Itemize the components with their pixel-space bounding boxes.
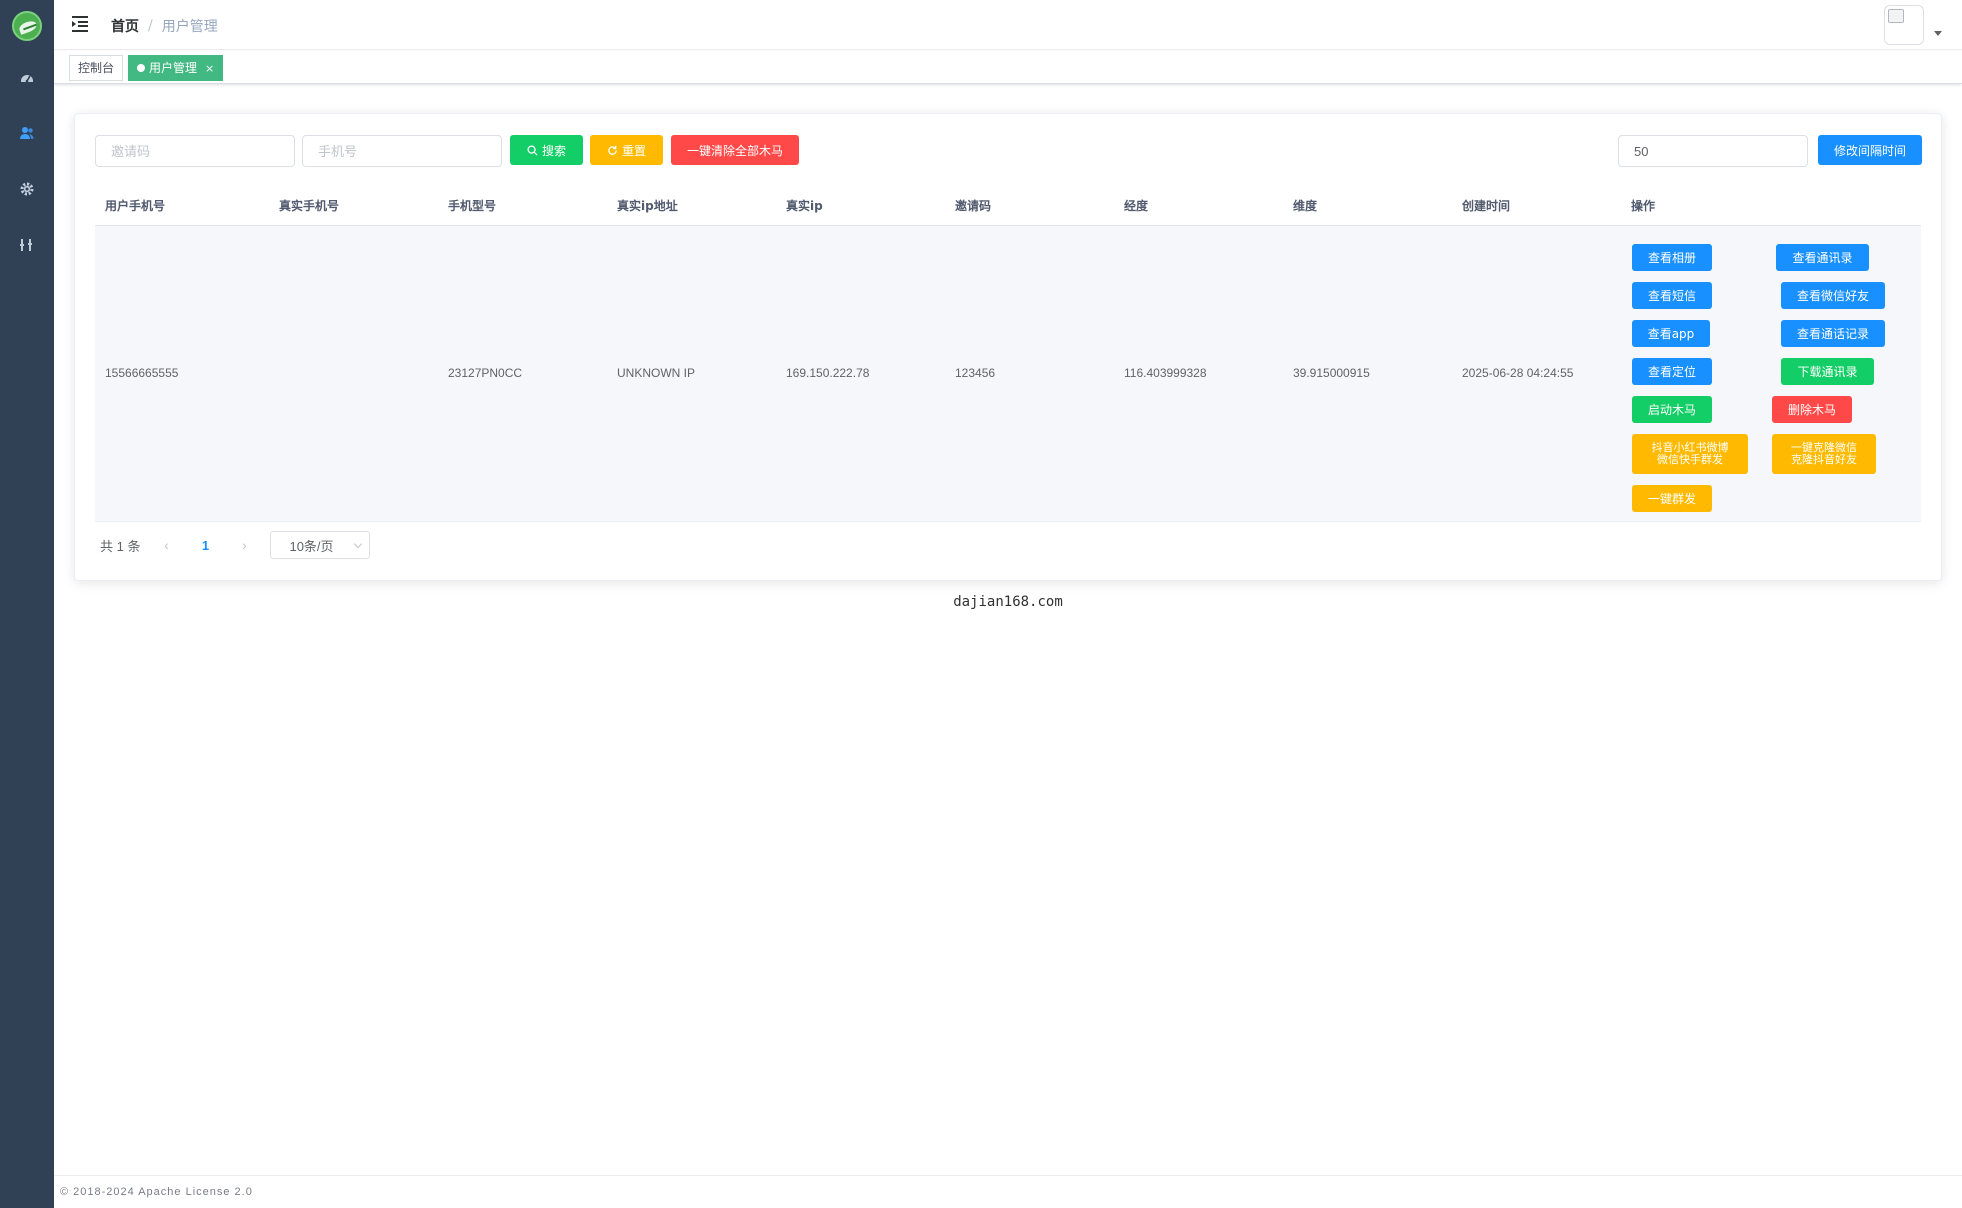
column-header: 真实手机号 — [279, 199, 340, 213]
clear-all-trojans-button[interactable]: 一键清除全部木马 — [671, 135, 799, 165]
tag-label: 控制台 — [78, 61, 115, 75]
footer-copyright: © 2018-2024 Apache License 2.0 — [60, 1186, 253, 1198]
modify-interval-button[interactable]: 修改间隔时间 — [1818, 135, 1922, 165]
cell-latitude: 39.915000915 — [1293, 366, 1370, 380]
view-call-log-button[interactable]: 查看通话记录 — [1781, 320, 1885, 347]
prev-page-icon[interactable]: ‹ — [152, 537, 180, 553]
footer: © 2018-2024 Apache License 2.0 — [54, 1175, 1962, 1208]
dashboard-icon[interactable] — [16, 67, 38, 89]
column-header: 手机型号 — [448, 199, 497, 213]
next-page-icon[interactable]: › — [230, 537, 258, 553]
breadcrumb-separator: / — [148, 18, 153, 34]
invite-code-input[interactable] — [95, 135, 295, 167]
reset-button-label: 重置 — [621, 143, 646, 158]
phone-input[interactable] — [302, 135, 502, 167]
column-header: 操作 — [1631, 199, 1656, 213]
view-location-button[interactable]: 查看定位 — [1632, 358, 1712, 385]
cell-longitude: 116.403999328 — [1124, 366, 1207, 380]
menu-toggle-icon[interactable] — [71, 15, 89, 33]
page-number[interactable]: 1 — [190, 538, 220, 553]
user-table: 用户手机号 真实手机号 手机型号 真实ip地址 真实ip 邀请码 经度 维度 创… — [95, 184, 1921, 522]
column-header: 真实ip — [786, 199, 823, 213]
tag-dashboard[interactable]: 控制台 — [69, 55, 124, 81]
view-album-button[interactable]: 查看相册 — [1632, 244, 1712, 271]
cell-model: 23127PN0CC — [448, 366, 523, 380]
search-button-label: 搜索 — [541, 143, 566, 158]
mass-send-social-button[interactable]: 抖音小红书微博 微信快手群发 — [1632, 434, 1748, 474]
logo[interactable] — [12, 11, 42, 41]
caret-down-icon[interactable] — [1934, 31, 1942, 36]
delete-trojan-button[interactable]: 删除木马 — [1772, 396, 1852, 423]
mass-send-social-line2: 微信快手群发 — [1657, 453, 1723, 466]
column-header: 创建时间 — [1462, 199, 1511, 213]
search-button[interactable]: 搜索 — [510, 135, 583, 165]
avatar[interactable] — [1884, 5, 1924, 45]
breadcrumb: 首页 / 用户管理 — [111, 16, 218, 36]
download-contacts-button[interactable]: 下载通讯录 — [1781, 358, 1874, 385]
users-icon[interactable] — [16, 122, 38, 144]
view-sms-button[interactable]: 查看短信 — [1632, 282, 1712, 309]
mass-send-button[interactable]: 一键群发 — [1632, 485, 1712, 512]
modify-interval-label: 修改间隔时间 — [1833, 143, 1906, 158]
view-app-button[interactable]: 查看app — [1632, 320, 1710, 347]
cell-created: 2025-06-28 04:24:55 — [1462, 366, 1574, 380]
column-header: 邀请码 — [955, 199, 992, 213]
cell-real-ip: 169.150.222.78 — [786, 366, 870, 380]
refresh-icon — [608, 145, 617, 155]
table-row[interactable]: 15566665555 23127PN0CC UNKNOWN IP 169.15… — [95, 226, 1921, 522]
cell-phone: 15566665555 — [105, 366, 179, 380]
column-header: 真实ip地址 — [617, 199, 678, 213]
tags-view: 控制台 用户管理 × — [54, 51, 1962, 84]
clone-friends-button[interactable]: 一键克隆微信 克隆抖音好友 — [1772, 434, 1876, 474]
reset-button[interactable]: 重置 — [590, 135, 663, 165]
page-size-select[interactable]: 10条/页 — [270, 531, 371, 559]
watermark: dajian168.com — [953, 594, 1063, 610]
close-icon[interactable]: × — [205, 62, 214, 75]
search-icon — [527, 144, 538, 156]
column-header: 经度 — [1124, 199, 1149, 213]
page-size-value: 10条/页 — [289, 538, 334, 554]
cell-invite-code: 123456 — [955, 366, 996, 380]
tag-label: 用户管理 — [149, 61, 198, 75]
start-trojan-button[interactable]: 启动木马 — [1632, 396, 1712, 423]
clone-friends-line2: 克隆抖音好友 — [1791, 453, 1857, 466]
pagination-total: 共 1 条 — [100, 538, 141, 554]
active-dot-icon — [137, 64, 145, 72]
breadcrumb-current: 用户管理 — [161, 19, 218, 35]
tag-user-management[interactable]: 用户管理 × — [128, 55, 224, 81]
cell-ip-address: UNKNOWN IP — [617, 366, 695, 380]
gear-icon[interactable] — [16, 178, 38, 200]
view-contacts-button[interactable]: 查看通讯录 — [1776, 244, 1869, 271]
view-wechat-friends-button[interactable]: 查看微信好友 — [1781, 282, 1885, 309]
tools-icon[interactable] — [16, 234, 38, 256]
table-header: 用户手机号 真实手机号 手机型号 真实ip地址 真实ip 邀请码 经度 维度 创… — [95, 184, 1921, 226]
column-header: 用户手机号 — [105, 199, 166, 213]
column-header: 维度 — [1293, 199, 1318, 213]
navbar: 首页 / 用户管理 — [54, 0, 1962, 50]
breadcrumb-home[interactable]: 首页 — [111, 16, 139, 36]
pagination: 共 1 条 ‹ 1 › 10条/页 — [100, 530, 371, 560]
user-management-card: 搜索 重置 一键清除全部木马 修改间隔时间 用户手机号 真实手机号 手机型号 真… — [74, 113, 1942, 581]
interval-input[interactable] — [1618, 135, 1808, 167]
clear-all-label: 一键清除全部木马 — [686, 143, 783, 158]
chevron-down-icon — [354, 539, 363, 549]
